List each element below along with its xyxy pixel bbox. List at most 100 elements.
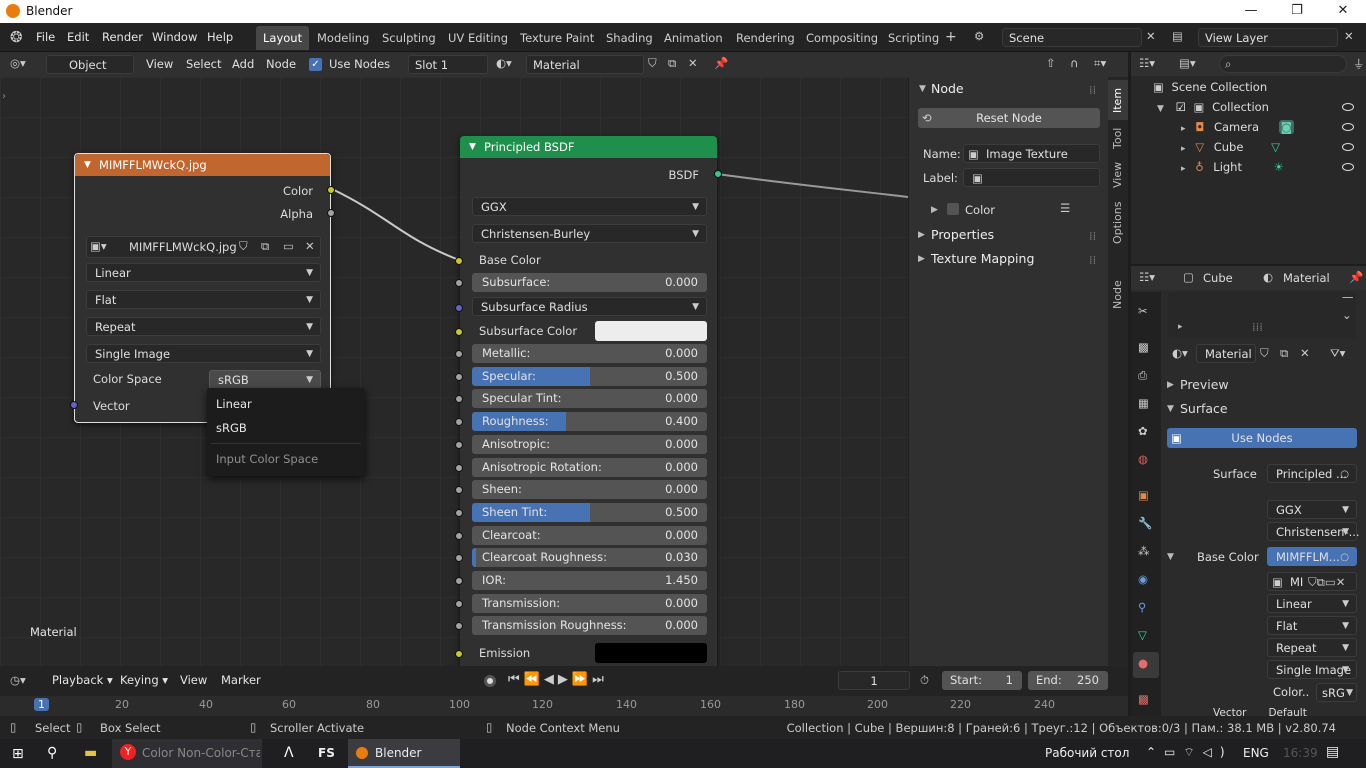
fake-user-icon[interactable]: ⛉ <box>648 56 657 71</box>
timeline-view-menu[interactable]: View <box>180 671 207 690</box>
output-color-socket[interactable] <box>327 186 335 194</box>
header-menu-view[interactable]: View <box>146 55 173 74</box>
principled-bsdf-node[interactable]: ▼ Principled BSDF BSDF GGX ▼ Christensen-… <box>455 136 722 666</box>
subsurface-radius-select[interactable]: Subsurface Radius ▼ <box>472 297 707 316</box>
material-tab[interactable]: ● <box>1133 652 1159 678</box>
props-subsurface-select[interactable]: Christensen-... ▼ <box>1267 522 1360 541</box>
reset-node-button[interactable]: ⟲ Reset Node <box>918 108 1100 128</box>
properties-section[interactable]: Properties <box>931 227 994 242</box>
outliner-item-cube[interactable]: ▸ ▽ Cube ▽ <box>1181 140 1280 154</box>
input-subsurface-radius-socket[interactable] <box>455 304 463 312</box>
props-base-color-field[interactable]: MIMFFLM... ○ <box>1267 547 1357 566</box>
tab-rendering[interactable]: Rendering <box>729 26 802 50</box>
node-canvas[interactable]: › ▼ MIMFFLMWckQ.jpg Color Alpha ▣▾ MIMFF… <box>0 77 908 666</box>
extension-select[interactable]: Repeat ▼ <box>86 317 321 336</box>
props-image-field[interactable]: ▣ MI ⛉⧉▭✕ <box>1267 572 1357 591</box>
use-nodes-checkbox[interactable]: ✓ <box>309 58 322 71</box>
image-browse-icon[interactable]: ▣▾ <box>90 239 107 253</box>
menu-file[interactable]: File <box>36 28 55 47</box>
input-socket[interactable] <box>455 440 463 449</box>
end-frame-field[interactable]: End: 250 <box>1028 671 1108 690</box>
expand-icon[interactable]: ▸ <box>1181 144 1186 154</box>
input-socket[interactable] <box>455 599 463 608</box>
output-alpha-socket[interactable] <box>327 209 335 217</box>
toolbar-expand-icon[interactable]: › <box>2 91 6 102</box>
material-field[interactable]: Material <box>526 55 644 74</box>
slot-menu-icon[interactable]: — <box>1342 290 1354 304</box>
display-mode-icon[interactable]: ▤▾ <box>1179 56 1196 70</box>
drag-handle-icon[interactable]: ⁞⁞ <box>1089 229 1096 243</box>
input-socket[interactable] <box>455 486 463 495</box>
node-label-field[interactable]: ▣ <box>963 168 1100 187</box>
mesh-data-icon[interactable]: ▽ <box>1271 140 1280 154</box>
object-mode-select[interactable]: Object <box>46 55 134 74</box>
unlink-icon[interactable]: ✕ <box>1300 346 1310 360</box>
remove-scene-icon[interactable]: ✕ <box>1146 29 1156 43</box>
preview-arrow-icon[interactable]: ▶ <box>1167 380 1174 390</box>
tab-shading[interactable]: Shading <box>599 26 660 50</box>
color-space-select[interactable]: sRGB ▼ <box>209 370 321 389</box>
surface-arrow-icon[interactable]: ▼ <box>1167 404 1174 414</box>
language-indicator[interactable]: ENG <box>1243 746 1269 760</box>
outliner-item-camera[interactable]: ▸ ◘ Camera ◙ <box>1181 120 1294 134</box>
desktop-label[interactable]: Рабочий стол <box>1045 746 1129 760</box>
light-data-icon[interactable]: ☀ <box>1274 160 1284 174</box>
search-icon[interactable]: ⚲ <box>47 745 57 761</box>
bsdf-slider[interactable]: Metallic: 0.000 <box>472 344 707 363</box>
subsurface-color-swatch[interactable] <box>595 321 707 341</box>
maximize-button[interactable]: ❐ <box>1274 0 1320 23</box>
outliner-item-light[interactable]: ▸ ♁ Light ☀ <box>1181 160 1284 174</box>
image-node-header[interactable]: ▼ MIMFFLMWckQ.jpg <box>75 154 330 176</box>
particles-tab-icon[interactable]: ⁂ <box>1138 544 1150 558</box>
slot-select[interactable]: Slot 1 <box>408 55 488 74</box>
tab-layout[interactable]: Layout <box>256 26 310 50</box>
stopwatch-icon[interactable]: ⏱ <box>920 673 929 688</box>
drag-handle-icon[interactable]: ⁞⁞ <box>1089 253 1096 267</box>
bsdf-slider[interactable]: Sheen Tint: 0.500 <box>472 502 707 522</box>
props-vector-value[interactable]: Default <box>1268 707 1306 716</box>
texture-tab-icon[interactable]: ▩ <box>1138 692 1149 706</box>
duplicate-icon[interactable]: ⧉ <box>1280 346 1288 361</box>
eye-icon[interactable] <box>1342 143 1354 151</box>
bsdf-slider[interactable]: Anisotropic Rotation: 0.000 <box>472 457 707 477</box>
image-buttons-icon[interactable]: ⛉⧉▭✕ <box>1308 573 1345 592</box>
timeline-playback-menu[interactable]: Playback ▾ <box>52 671 113 690</box>
clock[interactable]: 16:39 <box>1283 746 1318 760</box>
props-source-select[interactable]: Single Image ▼ <box>1267 660 1357 679</box>
outliner-search-input[interactable]: ⌕ <box>1219 55 1347 73</box>
distribution-select[interactable]: GGX ▼ <box>472 197 707 216</box>
image-fake-user-icon[interactable]: ⛉ <box>239 239 248 254</box>
input-socket[interactable] <box>455 395 463 404</box>
image-unlink-icon[interactable]: ✕ <box>305 239 315 253</box>
notification-icon[interactable]: ▤ <box>1326 744 1339 760</box>
bsdf-slider[interactable]: Sheen: 0.000 <box>472 480 707 500</box>
eye-icon[interactable] <box>1342 123 1354 131</box>
input-subsurface-color-socket[interactable] <box>455 328 463 336</box>
node-section-title[interactable]: Node <box>931 81 964 96</box>
surface-shader-field[interactable]: Principled ... ○ <box>1267 464 1357 483</box>
bsdf-slider[interactable]: IOR: 1.450 <box>472 571 707 590</box>
input-socket[interactable] <box>455 418 463 427</box>
start-frame-field[interactable]: Start: 1 <box>942 671 1022 690</box>
world-tab-icon[interactable]: ◍ <box>1138 452 1148 466</box>
constraints-tab-icon[interactable]: ⚲ <box>1138 600 1146 614</box>
object-tab-icon[interactable]: ▣ <box>1138 488 1149 502</box>
tab-node-wrangler[interactable]: Node Wrangler <box>1108 254 1144 336</box>
checkbox-icon[interactable]: ☑ <box>1176 100 1186 114</box>
windows-start-icon[interactable]: ⊞ <box>12 746 24 762</box>
subsurface-method-select[interactable]: Christensen-Burley ▼ <box>472 224 707 243</box>
material-sphere-icon[interactable]: ◐▾ <box>496 56 512 70</box>
bsdf-slider[interactable]: Clearcoat Roughness: 0.030 <box>472 548 707 568</box>
input-socket[interactable] <box>455 508 463 517</box>
timeline-marker-menu[interactable]: Marker <box>221 671 261 690</box>
timeline-editor-icon[interactable]: ◷▾ <box>10 673 26 687</box>
drag-handle-icon[interactable]: ⁞⁞⁞ <box>1252 320 1263 334</box>
input-base-color-socket[interactable] <box>455 257 463 265</box>
props-material-field[interactable]: Material <box>1196 344 1256 363</box>
collection-row[interactable]: ▼ ☑ ▣ Collection <box>1157 100 1269 114</box>
modifier-tab-icon[interactable]: 🔧 <box>1138 516 1152 530</box>
properties-arrow-icon[interactable]: ▶ <box>918 230 925 240</box>
bsdf-slider[interactable]: Specular: 0.500 <box>472 366 707 386</box>
close-button[interactable]: ✕ <box>1320 0 1366 23</box>
unlink-icon[interactable]: ✕ <box>688 56 698 70</box>
